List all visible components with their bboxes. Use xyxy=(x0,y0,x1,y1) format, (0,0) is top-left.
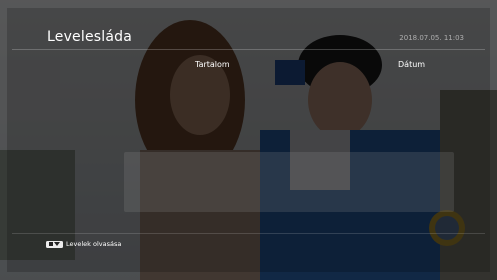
footer-hint[interactable]: Levelek olvasása xyxy=(46,240,121,248)
page-title: Levelesláda xyxy=(47,29,132,45)
column-header-date: Dátum xyxy=(398,60,426,69)
mailbox-screen: Levelesláda 2018.07.05. 11:03 Tartalom D… xyxy=(0,0,497,280)
message-list[interactable] xyxy=(124,152,454,212)
hint-label: Levelek olvasása xyxy=(66,240,122,248)
column-header-content: Tartalom xyxy=(195,60,230,69)
clock-datetime: 2018.07.05. 11:03 xyxy=(399,34,464,42)
remote-key-icon xyxy=(46,240,63,248)
header-divider xyxy=(12,49,485,50)
footer-divider xyxy=(12,233,485,234)
